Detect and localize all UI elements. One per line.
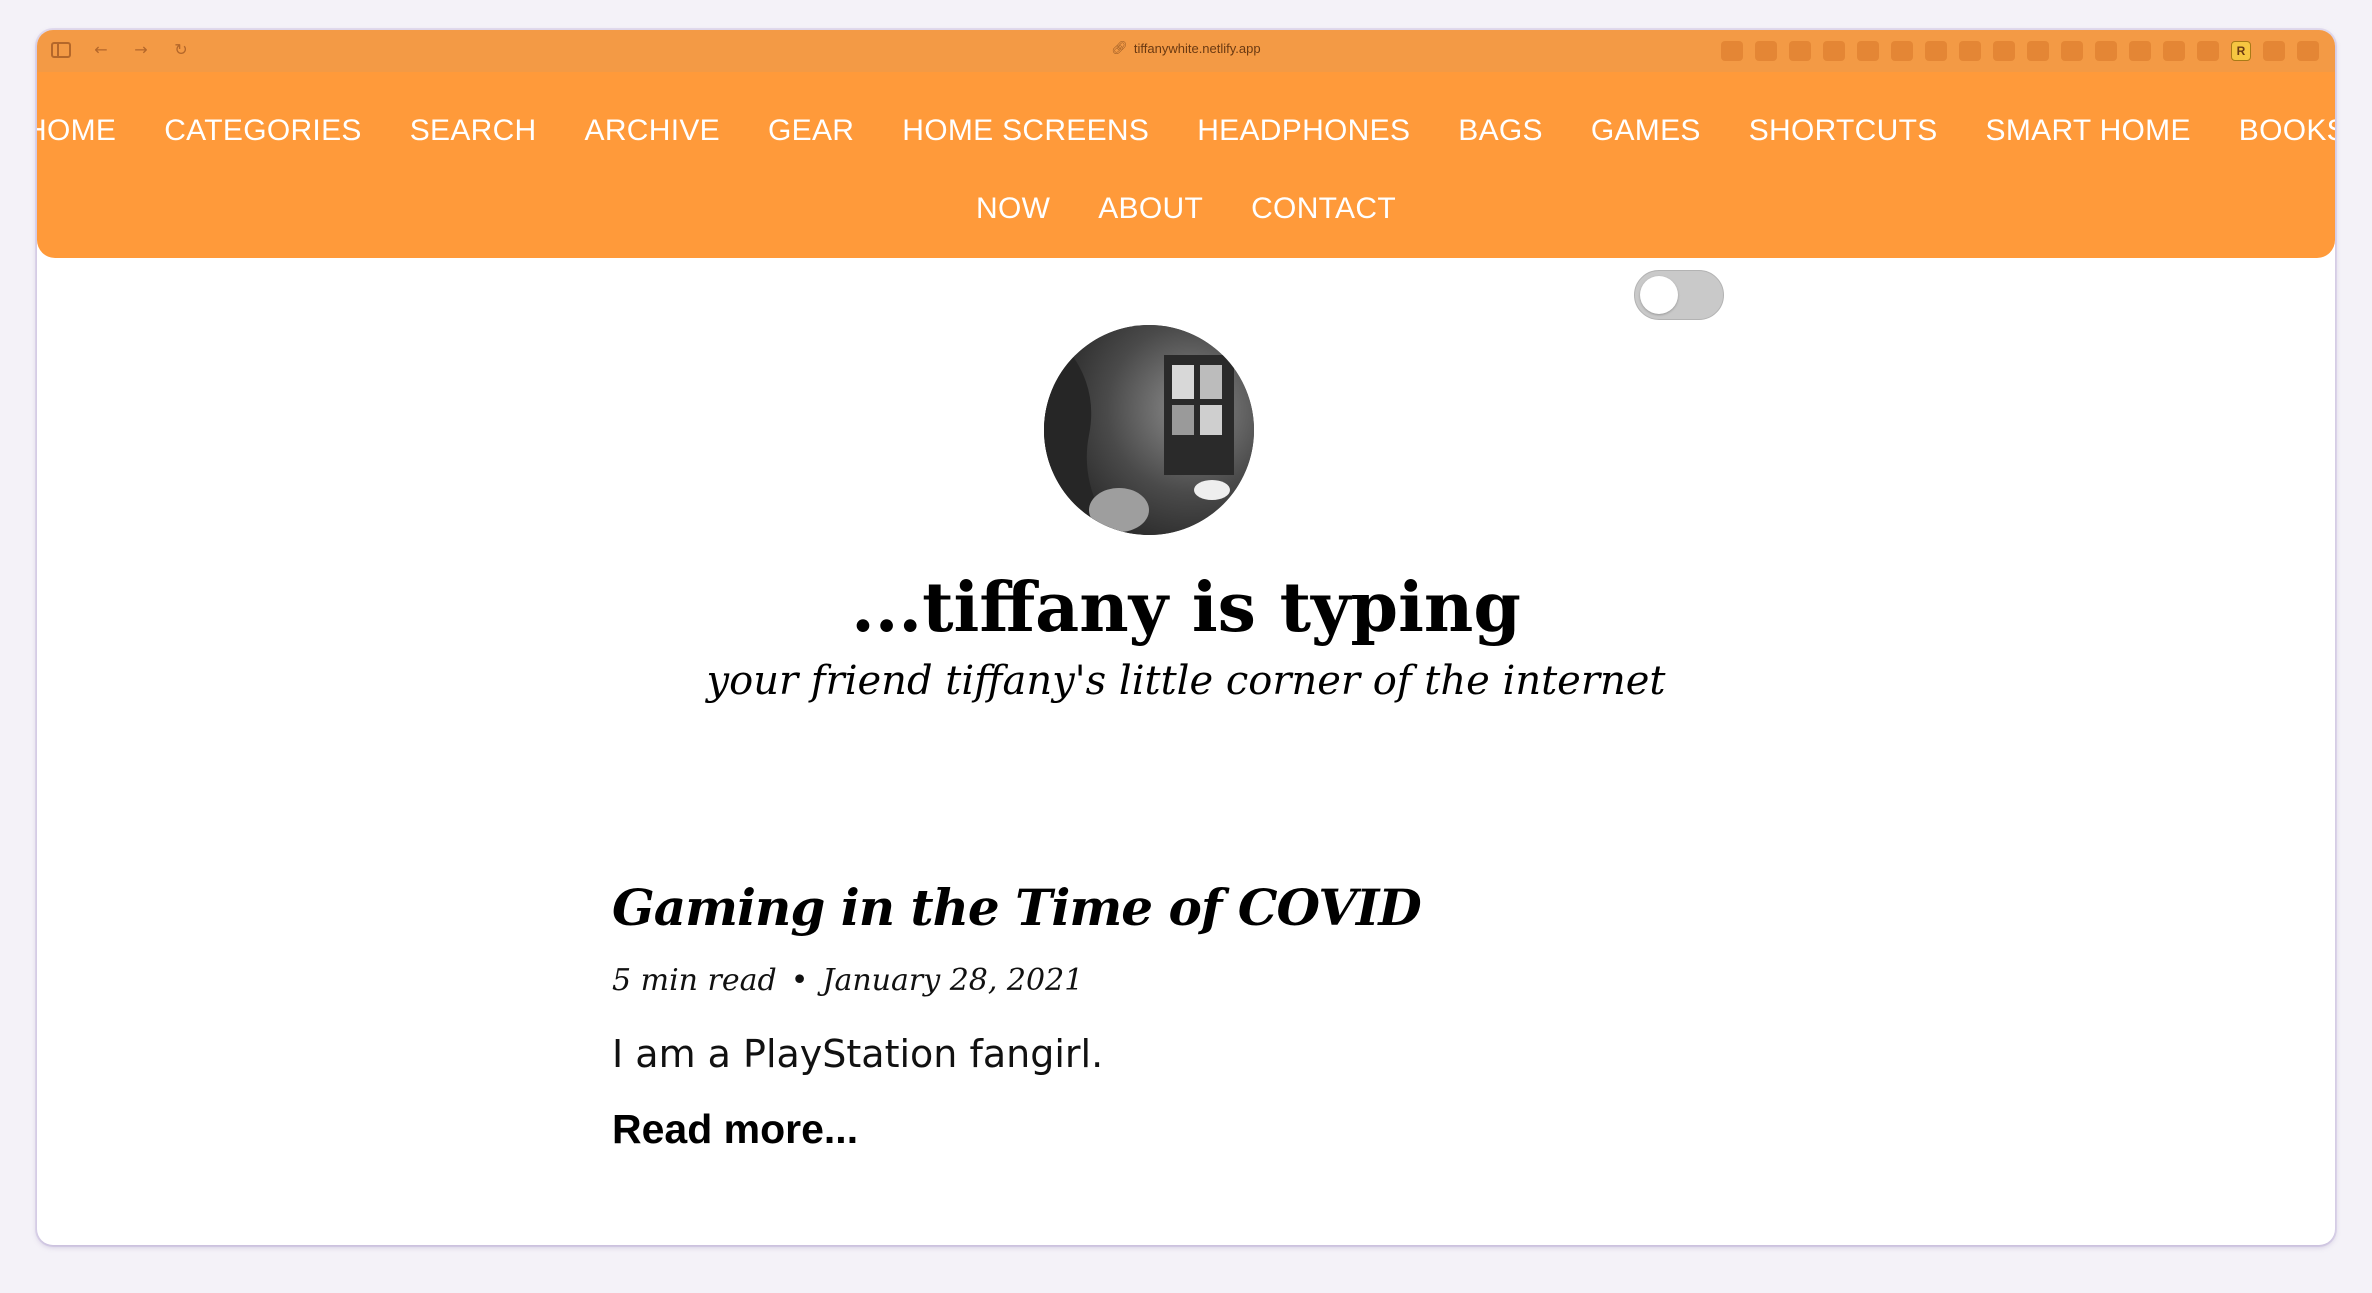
reload-icon[interactable]: ↻: [171, 40, 191, 60]
extension-6-icon[interactable]: [1891, 41, 1913, 61]
nav-link-shortcuts[interactable]: SHORTCUTS: [1749, 114, 1938, 148]
nav-link-smart-home[interactable]: SMART HOME: [1986, 114, 2191, 148]
extension-1-icon[interactable]: [1721, 41, 1743, 61]
link-icon: 🔗︎: [1111, 40, 1128, 55]
nav-link-archive[interactable]: ARCHIVE: [585, 114, 720, 148]
extension-7-icon[interactable]: [1925, 41, 1947, 61]
extension-9-icon[interactable]: [1993, 41, 2015, 61]
forward-arrow-icon[interactable]: →: [131, 40, 151, 60]
nav-link-games[interactable]: GAMES: [1591, 114, 1701, 148]
extension-18-icon[interactable]: [2297, 41, 2319, 61]
read-more-link[interactable]: Read more...: [612, 1106, 858, 1153]
extension-3-icon[interactable]: [1789, 41, 1811, 61]
avatar: [1044, 325, 1254, 535]
extension-14-icon[interactable]: [2163, 41, 2185, 61]
nav-link-now[interactable]: NOW: [976, 192, 1050, 226]
extension-5-icon[interactable]: [1857, 41, 1879, 61]
extension-2-icon[interactable]: [1755, 41, 1777, 61]
r-extension-label: R: [2236, 44, 2246, 58]
nav-row-1: HOME CATEGORIES SEARCH ARCHIVE GEAR HOME…: [37, 114, 2335, 148]
extension-12-icon[interactable]: [2095, 41, 2117, 61]
read-time: 5 min read: [612, 963, 777, 998]
nav-link-gear[interactable]: GEAR: [768, 114, 854, 148]
sidebar-toggle-icon[interactable]: [51, 42, 71, 58]
nav-link-headphones[interactable]: HEADPHONES: [1197, 114, 1410, 148]
nav-link-about[interactable]: ABOUT: [1098, 192, 1203, 226]
address-bar[interactable]: 🔗︎ tiffanywhite.netlify.app: [1111, 40, 1260, 56]
nav-link-books[interactable]: BOOKS: [2239, 114, 2335, 148]
post-meta: 5 min read • January 28, 2021: [612, 963, 1712, 998]
nav-link-home[interactable]: HOME: [37, 114, 116, 148]
post-date: January 28, 2021: [822, 963, 1084, 998]
post-preview: Gaming in the Time of COVID 5 min read • J…: [612, 878, 1712, 1153]
nav-link-contact[interactable]: CONTACT: [1251, 192, 1396, 226]
post-excerpt: I am a PlayStation fangirl.: [612, 1032, 1104, 1076]
toggle-knob: [1640, 276, 1678, 314]
nav-row-2: NOW ABOUT CONTACT: [37, 192, 2335, 226]
avatar-photo: [1044, 325, 1254, 535]
r-extension-icon[interactable]: R: [2231, 41, 2251, 61]
extension-8-icon[interactable]: [1959, 41, 1981, 61]
site-navigation: HOME CATEGORIES SEARCH ARCHIVE GEAR HOME…: [37, 72, 2335, 258]
meta-separator: •: [790, 963, 809, 998]
theme-toggle[interactable]: [1634, 270, 1724, 320]
extension-10-icon[interactable]: [2027, 41, 2049, 61]
nav-link-categories[interactable]: CATEGORIES: [164, 114, 361, 148]
extension-11-icon[interactable]: [2061, 41, 2083, 61]
extension-17-icon[interactable]: [2263, 41, 2285, 61]
url-text: tiffanywhite.netlify.app: [1133, 40, 1261, 56]
back-arrow-icon[interactable]: ←: [91, 40, 111, 60]
extension-4-icon[interactable]: [1823, 41, 1845, 61]
extension-13-icon[interactable]: [2129, 41, 2151, 61]
nav-link-search[interactable]: SEARCH: [410, 114, 537, 148]
nav-link-home-screens[interactable]: HOME SCREENS: [902, 114, 1149, 148]
extension-15-icon[interactable]: [2197, 41, 2219, 61]
extensions-toolbar: R: [1721, 41, 2319, 61]
site-tagline: your friend tiffany's little corner of t…: [706, 658, 1666, 704]
nav-link-bags[interactable]: BAGS: [1458, 114, 1543, 148]
browser-toolbar: ← → ↻ 🔗︎ tiffanywhite.netlify.app R: [37, 30, 2335, 73]
post-title[interactable]: Gaming in the Time of COVID: [612, 878, 1712, 937]
site-title: ...tiffany is typing: [851, 568, 1521, 648]
